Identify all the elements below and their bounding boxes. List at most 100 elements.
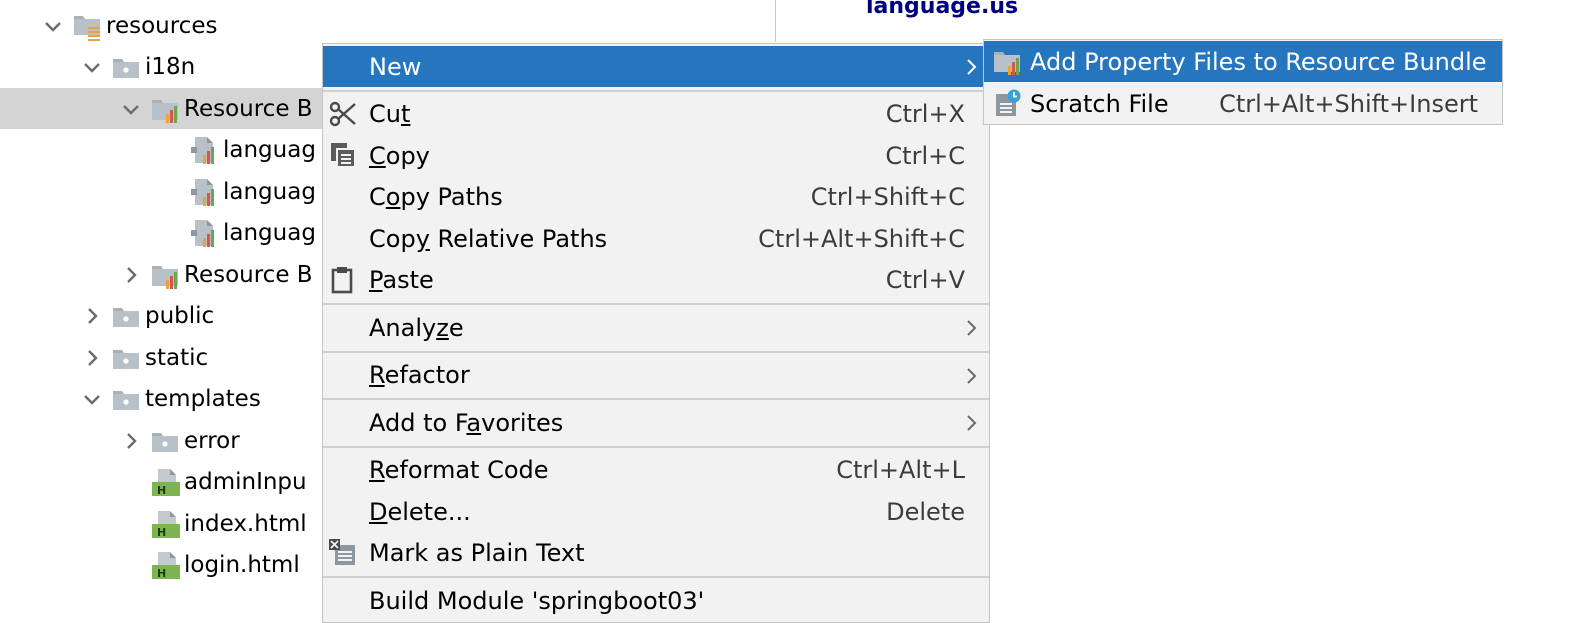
menu-label-text: Add to F: [369, 408, 467, 437]
menu-label-text: opy: [385, 141, 430, 170]
menu-mnemonic: y: [415, 224, 430, 253]
tree-item-label: languag: [223, 137, 316, 163]
menu-item-label: Copy Relative Paths: [369, 225, 607, 253]
menu-item-new[interactable]: New: [323, 46, 989, 87]
chevron-right-icon[interactable]: [120, 264, 142, 286]
tree-item-label: public: [145, 303, 215, 329]
menu-item-cut[interactable]: Cut Ctrl+X: [323, 94, 989, 135]
menu-mnemonic: P: [369, 266, 383, 294]
menu-item-label: Add to Favorites: [369, 409, 563, 437]
resource-bundle-icon: [150, 94, 180, 124]
chevron-down-icon[interactable]: [81, 56, 103, 78]
menu-item-copy-paths[interactable]: Copy Paths Ctrl+Shift+C: [323, 177, 989, 218]
menu-item-add-to-favorites[interactable]: Add to Favorites: [323, 402, 989, 443]
menu-mnemonic: D: [369, 497, 388, 526]
panel-divider: [775, 0, 776, 42]
menu-mnemonic: C: [369, 141, 386, 170]
menu-item-copy-relative-paths[interactable]: Copy Relative Paths Ctrl+Alt+Shift+C: [323, 218, 989, 259]
scissors-icon: [329, 100, 357, 128]
menu-label-text: Analy: [369, 313, 437, 342]
menu-item-copy[interactable]: Copy Ctrl+C: [323, 135, 989, 176]
menu-item-paste[interactable]: Paste Ctrl+V: [323, 260, 989, 301]
chevron-right-icon[interactable]: [81, 305, 103, 327]
menu-label-text: aste: [382, 266, 434, 294]
folder-icon: [111, 52, 141, 82]
submenu-item-add-property-files-to-resource-bundle[interactable]: Add Property Files to Resource Bundle: [984, 41, 1502, 82]
menu-item-refactor[interactable]: Refactor: [323, 355, 989, 396]
tree-item-label: i18n: [145, 54, 196, 80]
submenu-item-shortcut: Ctrl+Alt+Shift+Insert: [1219, 89, 1478, 118]
resources-folder-icon: [72, 11, 102, 41]
menu-item-label: Paste: [369, 266, 434, 294]
submenu-item-scratch-file[interactable]: Scratch File Ctrl+Alt+Shift+Insert: [984, 83, 1502, 124]
tree-item-label: Resource B: [184, 261, 313, 288]
menu-separator: [323, 576, 989, 578]
tree-item-label: Resource B: [184, 95, 313, 122]
menu-label-text: Cop: [369, 224, 416, 253]
submenu-item-label: Scratch File: [1030, 89, 1169, 118]
scratch-file-icon: [992, 88, 1022, 118]
menu-label-text: py Paths: [400, 183, 503, 211]
menu-item-shortcut: Ctrl+V: [885, 266, 965, 294]
tree-item-label: login.html: [184, 552, 300, 578]
new-submenu: Add Property Files to Resource Bundle Scr…: [983, 39, 1503, 125]
menu-item-build-module-springboot03[interactable]: Build Module 'springboot03': [323, 580, 989, 621]
menu-item-reformat-code[interactable]: Reformat Code Ctrl+Alt+L: [323, 450, 989, 491]
menu-label-text: Build Module 'springboot03': [369, 586, 705, 615]
tree-item-label: languag: [223, 220, 316, 246]
clipboard-icon: [329, 266, 357, 294]
svg-text:H: H: [157, 484, 166, 497]
tree-item-label: resources: [106, 12, 218, 39]
menu-separator: [323, 445, 989, 448]
menu-item-label: Delete...: [369, 498, 471, 526]
html-file-icon: H: [150, 550, 180, 580]
submenu-item-label: Add Property Files to Resource Bundle: [1030, 47, 1487, 76]
menu-separator: [323, 350, 989, 353]
menu-item-label: Mark as Plain Text: [369, 539, 585, 567]
menu-separator: [323, 89, 989, 92]
tree-item-label: error: [184, 427, 240, 454]
menu-item-label: Cut: [369, 100, 410, 128]
menu-label-text: C: [369, 183, 386, 211]
menu-item-shortcut: Ctrl+C: [885, 141, 965, 170]
editor-visible-text: language.us: [866, 0, 1019, 19]
folder-icon: [150, 426, 180, 456]
menu-mnemonic: R: [369, 456, 385, 484]
context-menu: New Cut Ctrl+X Copy Ctrl+C Copy Paths Ctrl+Shi…: [322, 43, 990, 623]
resource-bundle-icon: [992, 46, 1022, 76]
chevron-right-icon[interactable]: [81, 347, 103, 369]
menu-item-shortcut: Delete: [886, 497, 965, 526]
properties-file-icon: [189, 135, 219, 165]
menu-label-text: Mark as Plain Text: [369, 539, 585, 567]
menu-separator: [323, 303, 989, 305]
menu-item-mark-as-plain-text[interactable]: Mark as Plain Text: [323, 533, 989, 574]
tree-item-label: index.html: [184, 510, 307, 537]
submenu-arrow-icon: [965, 365, 979, 387]
tree-item[interactable]: resources: [0, 5, 775, 46]
menu-label-text: e: [448, 313, 464, 342]
menu-item-label: Reformat Code: [369, 456, 549, 484]
chevron-down-icon[interactable]: [81, 388, 103, 410]
menu-item-analyze[interactable]: Analyze: [323, 307, 989, 348]
folder-icon: [111, 384, 141, 414]
properties-file-icon: [189, 177, 219, 207]
tree-item-label: adminInpu: [184, 469, 307, 495]
chevron-down-icon[interactable]: [42, 15, 64, 37]
folder-icon: [111, 343, 141, 373]
menu-label-text: elete...: [387, 497, 471, 526]
menu-label-text: efactor: [384, 361, 470, 389]
menu-label-text: vorites: [481, 408, 564, 437]
menu-label-text: Relative Paths: [429, 224, 608, 253]
menu-item-label: Copy Paths: [369, 183, 503, 211]
chevron-down-icon[interactable]: [120, 98, 142, 120]
menu-label-text: New: [369, 52, 422, 81]
tree-item-label: static: [145, 344, 209, 371]
menu-item-label: Analyze: [369, 314, 464, 342]
menu-mnemonic: a: [466, 408, 482, 437]
menu-mnemonic: o: [385, 183, 401, 211]
menu-mnemonic: R: [369, 361, 385, 389]
chevron-right-icon[interactable]: [120, 430, 142, 452]
menu-item-delete[interactable]: Delete... Delete: [323, 491, 989, 532]
menu-item-label: New: [369, 53, 421, 81]
menu-label-text: eformat Code: [384, 456, 549, 484]
